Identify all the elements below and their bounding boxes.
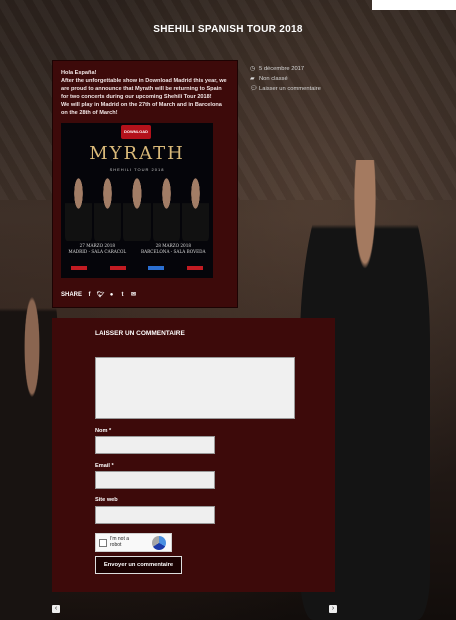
poster-date-barcelona-venue: BARCELONA - SALA BOVEDA xyxy=(141,249,206,254)
share-label: SHARE xyxy=(61,291,83,298)
post-comment-row[interactable]: 💬︎ Laisser un commentaire xyxy=(250,84,321,94)
previous-post-arrow-icon[interactable]: ‹ xyxy=(52,605,60,613)
clock-icon: ◷ xyxy=(250,66,256,72)
twitter-icon[interactable]: 🐦︎ xyxy=(97,291,105,298)
post-date-row: ◷ 5 décembre 2017 xyxy=(250,64,321,74)
email-field-label: Email * xyxy=(95,463,114,469)
post-category-link[interactable]: Non classé xyxy=(259,74,288,84)
email-field[interactable] xyxy=(95,471,215,489)
download-festival-logo: DOWNLOAD xyxy=(121,125,151,139)
submit-comment-button[interactable]: Envoyer un commentaire xyxy=(95,556,182,574)
poster-person xyxy=(181,175,210,241)
poster-dates: 27 MARZO 2018 MADRID - SALA CARACOL 28 M… xyxy=(61,243,213,255)
ticket-logo xyxy=(71,266,87,270)
ticket-logo xyxy=(186,266,203,270)
recaptcha-widget: I'm not a robot xyxy=(95,533,172,552)
ticket-logo xyxy=(148,266,165,270)
post-content-panel: Hola España! After the unforgettable sho… xyxy=(52,60,238,308)
email-icon[interactable]: ✉ xyxy=(130,291,137,298)
leave-comment-link[interactable]: Laisser un commentaire xyxy=(259,84,321,94)
tumblr-icon[interactable]: t xyxy=(119,292,126,298)
post-paragraph-announcement: After the unforgettable show in Download… xyxy=(61,78,227,100)
website-field-label: Site web xyxy=(95,497,118,503)
recaptcha-checkbox[interactable] xyxy=(99,539,107,547)
poster-band-photo xyxy=(65,175,210,241)
poster-band-name: MYRATH xyxy=(89,143,185,164)
page-title: SHEHILI SPANISH TOUR 2018 xyxy=(153,24,303,35)
poster-date-madrid-venue: MADRID - SALA CARACOL xyxy=(68,249,127,254)
poster-person xyxy=(65,175,93,241)
recaptcha-label: I'm not a robot xyxy=(110,536,130,548)
poster-person xyxy=(152,175,180,241)
post-category-row[interactable]: ▰ Non classé xyxy=(250,74,321,84)
ticket-logo xyxy=(109,266,126,270)
recaptcha-logo-icon xyxy=(152,536,166,550)
name-field-label: Nom * xyxy=(95,428,112,434)
poster-tour-subtitle: SHEHILI TOUR 2018 xyxy=(109,167,165,172)
comment-form-heading: LAISSER UN COMMENTAIRE xyxy=(95,330,185,337)
poster-date-madrid: 27 MARZO 2018 MADRID - SALA CARACOL xyxy=(68,243,126,255)
poster-date-barcelona: 28 MARZO 2018 BARCELONA - SALA BOVEDA xyxy=(141,243,206,255)
post-body: Hola España! After the unforgettable sho… xyxy=(61,69,229,117)
facebook-icon[interactable]: f xyxy=(86,292,93,298)
top-white-bar xyxy=(372,0,456,10)
name-field[interactable] xyxy=(95,436,215,454)
comment-bubble-icon: 💬︎ xyxy=(250,86,258,92)
website-field[interactable] xyxy=(95,506,215,524)
folder-icon: ▰ xyxy=(250,76,255,82)
post-meta: ◷ 5 décembre 2017 ▰ Non classé 💬︎ Laisse… xyxy=(250,64,321,94)
post-date: 5 décembre 2017 xyxy=(259,66,305,72)
tour-poster-image: DOWNLOAD MYRATH SHEHILI TOUR 2018 27 MAR… xyxy=(61,123,213,278)
comment-form-panel: LAISSER UN COMMENTAIRE Nom * Email * Sit… xyxy=(52,318,335,592)
poster-person xyxy=(123,175,151,241)
background-band-member-left xyxy=(0,230,60,620)
comment-textarea[interactable] xyxy=(95,357,295,419)
post-paragraph-dates: We will play in Madrid on the 27th of Ma… xyxy=(61,102,222,116)
share-bar: SHARE f 🐦︎ ● t ✉ xyxy=(61,291,137,299)
post-greeting: Hola España! xyxy=(61,70,97,76)
next-post-arrow-icon[interactable]: › xyxy=(329,605,337,613)
pinterest-icon[interactable]: ● xyxy=(108,292,115,298)
poster-person xyxy=(94,175,122,241)
poster-ticket-logos xyxy=(71,266,203,270)
